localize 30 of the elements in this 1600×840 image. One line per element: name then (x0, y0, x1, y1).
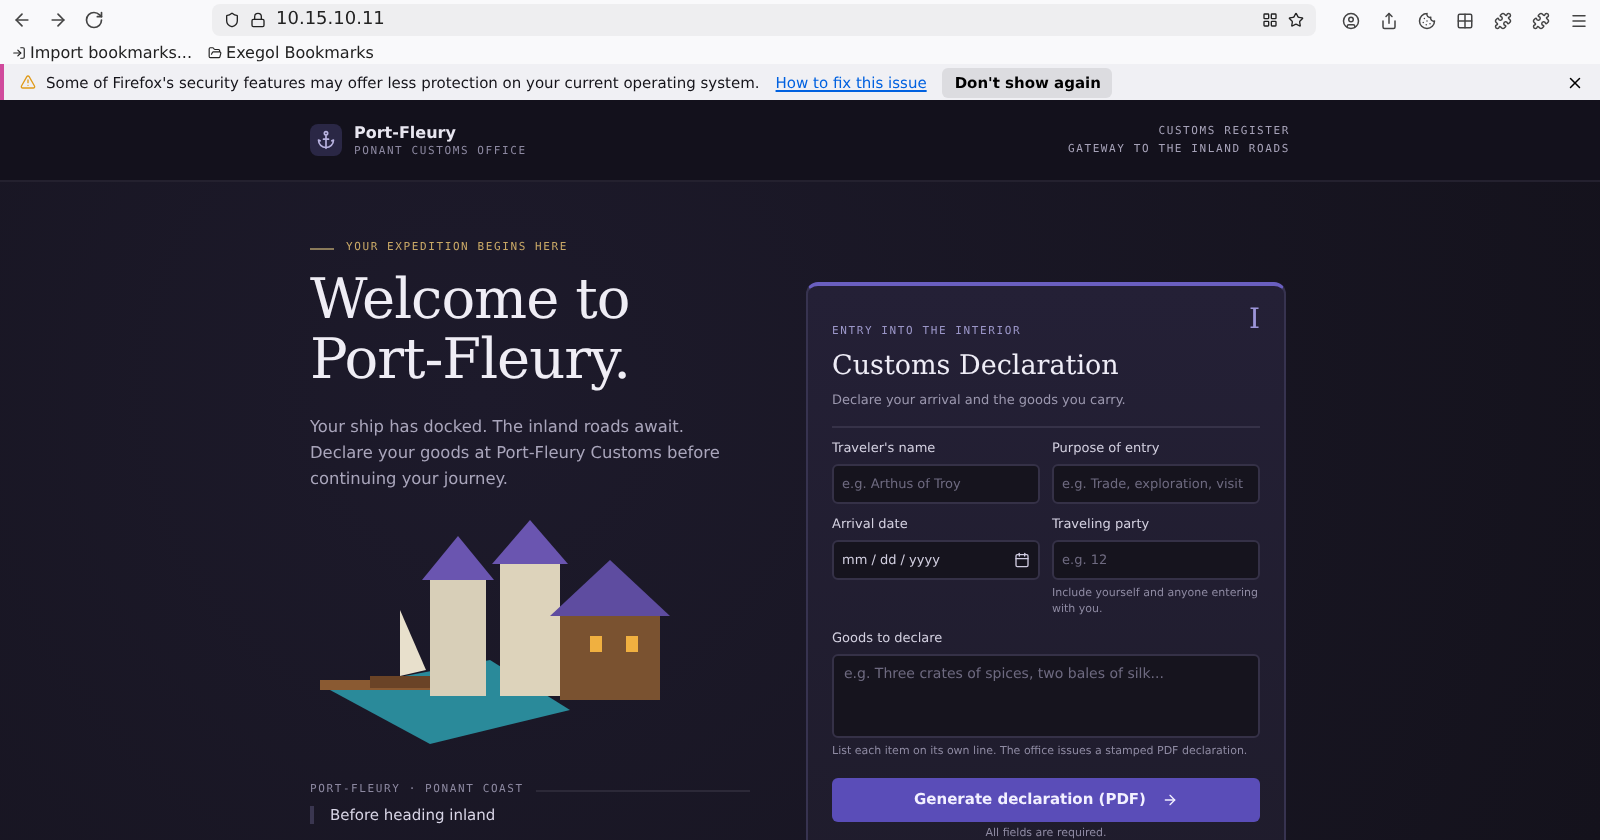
menu-icon[interactable] (1570, 11, 1588, 29)
bookmark-link[interactable]: Exegol Bookmarks (208, 43, 374, 61)
form-title: Customs Declaration (832, 350, 1119, 382)
cookie-icon[interactable] (1418, 11, 1436, 29)
grid-icon[interactable] (1456, 11, 1474, 29)
address-bar[interactable]: 10.15.10.11 (212, 4, 1316, 36)
anchor-logo-icon (310, 124, 342, 156)
calendar-icon[interactable] (1014, 552, 1030, 568)
bookmark-link[interactable]: Import bookmarks... (12, 43, 193, 61)
url-text: 10.15.10.11 (276, 10, 387, 30)
forward-icon[interactable] (48, 10, 68, 30)
import-icon (12, 45, 26, 59)
folder-icon (208, 45, 223, 59)
roman-numeral: I (1248, 304, 1260, 340)
brand-name: Port-Fleury (354, 123, 458, 141)
grid-icon[interactable] (1262, 12, 1278, 28)
hero-paragraph: Your ship has docked. The inland roads await. Declare your goods at Port-Fleury Customs before continuing your journey. (310, 414, 722, 492)
account-icon[interactable] (1342, 11, 1360, 29)
share-icon[interactable] (1380, 11, 1398, 29)
warning-icon (20, 74, 36, 90)
arrow-icon (1161, 791, 1178, 807)
star-icon[interactable] (1288, 12, 1304, 28)
puzzle-icon[interactable] (1494, 11, 1512, 29)
hero-title: Welcome to Port-Fleury. (310, 270, 633, 390)
shield-icon (224, 12, 240, 28)
reload-icon[interactable] (84, 10, 104, 30)
puzzle-icon[interactable] (1532, 11, 1550, 29)
lock-icon (250, 12, 266, 28)
back-icon[interactable] (12, 10, 32, 30)
close-icon[interactable] (1566, 73, 1584, 91)
